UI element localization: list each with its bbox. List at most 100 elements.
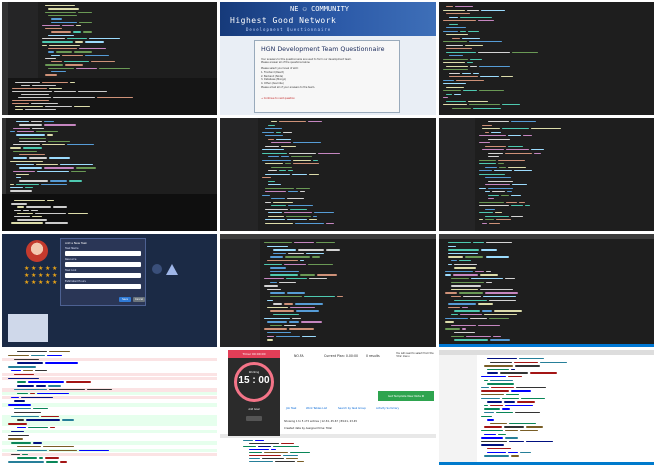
code-line bbox=[475, 270, 485, 273]
code-line bbox=[11, 430, 24, 433]
code-line bbox=[8, 434, 30, 436]
code-line bbox=[495, 212, 502, 214]
code-line bbox=[264, 263, 282, 265]
code-line bbox=[291, 173, 308, 175]
code-line bbox=[289, 152, 316, 154]
code-line bbox=[525, 426, 544, 428]
code-line bbox=[19, 154, 45, 156]
code-line bbox=[47, 134, 53, 136]
task-link-input[interactable] bbox=[65, 273, 141, 278]
code-line bbox=[462, 37, 480, 39]
code-line bbox=[459, 30, 466, 32]
file-explorer bbox=[220, 239, 260, 347]
editor-screenshot-8 bbox=[220, 234, 436, 347]
code-line bbox=[51, 71, 67, 73]
code-line bbox=[443, 41, 468, 43]
code-line bbox=[494, 170, 513, 172]
code-line bbox=[8, 404, 31, 406]
code-line bbox=[485, 145, 506, 147]
code-line bbox=[17, 206, 24, 208]
code-line bbox=[481, 415, 492, 417]
code-line bbox=[286, 292, 305, 294]
code-line bbox=[270, 292, 285, 294]
new-note-button[interactable]: Get Template New Note ✚ bbox=[378, 391, 434, 401]
code-line bbox=[511, 184, 528, 186]
code-pane bbox=[220, 438, 436, 465]
code-line bbox=[271, 198, 286, 200]
cancel-button[interactable]: Cancel bbox=[133, 297, 145, 302]
code-line bbox=[469, 41, 503, 43]
code-line bbox=[264, 278, 285, 280]
code-line bbox=[79, 449, 110, 452]
code-line bbox=[83, 31, 93, 33]
code-line bbox=[273, 303, 283, 305]
code-line bbox=[8, 366, 36, 368]
code-line bbox=[443, 79, 454, 81]
code-line bbox=[443, 58, 468, 60]
task-name-input[interactable] bbox=[65, 251, 141, 256]
code-line bbox=[453, 274, 479, 276]
hours-input[interactable] bbox=[65, 284, 141, 289]
code-line bbox=[481, 444, 504, 446]
code-line bbox=[501, 76, 514, 78]
code-line bbox=[508, 440, 524, 443]
code-line bbox=[479, 212, 494, 214]
code-line bbox=[454, 93, 461, 95]
questionnaire-screenshot: NE ⚇ COMMUNITY Highest Good Network Deve… bbox=[220, 2, 436, 115]
code-line bbox=[520, 430, 538, 432]
code-line bbox=[249, 455, 282, 457]
continue-link[interactable]: → Continue to next question bbox=[261, 97, 295, 100]
code-line bbox=[10, 160, 44, 162]
search-group-link[interactable]: Search by task Group bbox=[338, 407, 366, 410]
job-task-link[interactable]: Job Task bbox=[286, 407, 296, 410]
code-line bbox=[17, 130, 35, 133]
activity-summary-link[interactable]: Activity Summary bbox=[376, 407, 399, 410]
code-line bbox=[326, 222, 334, 224]
code-line bbox=[26, 419, 60, 421]
code-line bbox=[22, 147, 42, 149]
code-line bbox=[510, 368, 516, 371]
code-line bbox=[446, 34, 469, 36]
code-line bbox=[515, 365, 540, 367]
code-line bbox=[504, 430, 519, 432]
editor-screenshot-4 bbox=[2, 118, 217, 231]
stat-label: NO.FA bbox=[294, 354, 304, 358]
code-line bbox=[445, 321, 455, 323]
code-line bbox=[19, 137, 47, 139]
code-line bbox=[495, 219, 512, 221]
code-line bbox=[451, 324, 476, 327]
code-line bbox=[466, 62, 474, 64]
code-line bbox=[481, 440, 507, 443]
code-line bbox=[285, 256, 311, 258]
code-line bbox=[488, 152, 504, 154]
code-line bbox=[484, 314, 518, 316]
code-line bbox=[446, 6, 454, 8]
timer-control-button[interactable] bbox=[246, 416, 262, 421]
code-line bbox=[11, 222, 43, 224]
code-line bbox=[479, 142, 490, 144]
code-line bbox=[264, 317, 291, 319]
save-button[interactable]: Save bbox=[119, 297, 131, 302]
code-line bbox=[485, 215, 509, 217]
code-line bbox=[41, 415, 59, 417]
code-line bbox=[268, 212, 283, 214]
code-line bbox=[70, 170, 86, 172]
code-line bbox=[265, 201, 271, 203]
code-line bbox=[452, 107, 471, 109]
code-line bbox=[517, 401, 536, 403]
code-line bbox=[309, 278, 328, 280]
code-line bbox=[295, 303, 324, 305]
work-tables-link[interactable]: Work Tables List bbox=[306, 407, 327, 410]
code-line bbox=[295, 310, 320, 312]
code-line bbox=[11, 442, 32, 444]
code-line bbox=[243, 440, 254, 442]
stat-label: 0 results bbox=[366, 354, 380, 358]
code-line bbox=[17, 385, 35, 387]
resource-input[interactable] bbox=[65, 262, 141, 267]
code-line bbox=[249, 461, 273, 463]
code-line bbox=[451, 288, 478, 291]
editor-screenshot-5 bbox=[220, 118, 436, 231]
code-line bbox=[481, 397, 501, 399]
code-line bbox=[485, 184, 510, 186]
code-line bbox=[530, 372, 557, 374]
